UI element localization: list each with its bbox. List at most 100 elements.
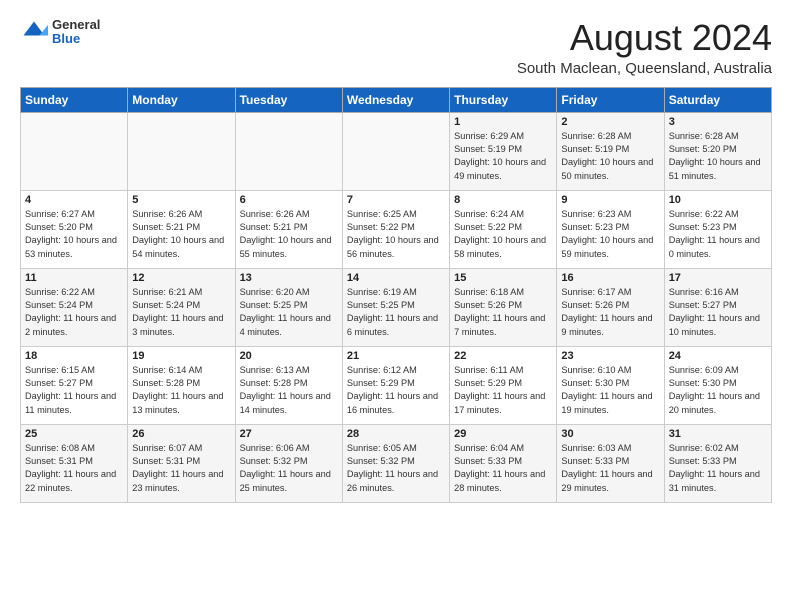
day-number: 9	[561, 194, 659, 206]
day-content: Sunrise: 6:26 AM Sunset: 5:21 PM Dayligh…	[132, 208, 230, 261]
day-number: 17	[669, 272, 767, 284]
day-content: Sunrise: 6:24 AM Sunset: 5:22 PM Dayligh…	[454, 208, 552, 261]
calendar-day: 21 Sunrise: 6:12 AM Sunset: 5:29 PM Dayli…	[342, 346, 449, 424]
calendar-week: 4Sunrise: 6:27 AM Sunset: 5:20 PM Daylig…	[21, 190, 772, 268]
day-number: 3	[669, 116, 767, 128]
header: General Blue August 2024 South Maclean, …	[20, 18, 772, 77]
day-number: 19	[132, 350, 230, 362]
day-content: Sunrise: 6:28 AM Sunset: 5:20 PM Dayligh…	[669, 130, 767, 183]
calendar-day	[342, 112, 449, 190]
day-number: 20	[240, 350, 338, 362]
calendar-day: 3 Sunrise: 6:28 AM Sunset: 5:20 PM Daylig…	[664, 112, 771, 190]
day-content: Sunrise: 6:26 AM Sunset: 5:21 PM Dayligh…	[240, 208, 338, 261]
day-number: 8	[454, 194, 552, 206]
weekday-header: Friday	[557, 87, 664, 112]
logo-text: General Blue	[52, 18, 100, 47]
day-content: Sunrise: 6:11 AM Sunset: 5:29 PM Dayligh…	[454, 364, 552, 417]
title-area: August 2024 South Maclean, Queensland, A…	[517, 18, 772, 77]
weekday-header: Monday	[128, 87, 235, 112]
day-content: Sunrise: 6:19 AM Sunset: 5:25 PM Dayligh…	[347, 286, 445, 339]
calendar-day	[21, 112, 128, 190]
calendar-day: 7 Sunrise: 6:25 AM Sunset: 5:22 PM Daylig…	[342, 190, 449, 268]
weekday-header: Sunday	[21, 87, 128, 112]
subtitle: South Maclean, Queensland, Australia	[517, 60, 772, 77]
weekday-header: Tuesday	[235, 87, 342, 112]
calendar-day: 31Sunrise: 6:02 AM Sunset: 5:33 PM Dayli…	[664, 424, 771, 502]
day-number: 2	[561, 116, 659, 128]
day-content: Sunrise: 6:28 AM Sunset: 5:19 PM Dayligh…	[561, 130, 659, 183]
calendar-day: 4Sunrise: 6:27 AM Sunset: 5:20 PM Daylig…	[21, 190, 128, 268]
calendar-table: SundayMondayTuesdayWednesdayThursdayFrid…	[20, 87, 772, 503]
day-content: Sunrise: 6:15 AM Sunset: 5:27 PM Dayligh…	[25, 364, 123, 417]
day-number: 31	[669, 428, 767, 440]
day-content: Sunrise: 6:23 AM Sunset: 5:23 PM Dayligh…	[561, 208, 659, 261]
calendar-week: 18 Sunrise: 6:15 AM Sunset: 5:27 PM Dayli…	[21, 346, 772, 424]
day-number: 7	[347, 194, 445, 206]
calendar-day: 27Sunrise: 6:06 AM Sunset: 5:32 PM Dayli…	[235, 424, 342, 502]
calendar-week: 25 Sunrise: 6:08 AM Sunset: 5:31 PM Dayli…	[21, 424, 772, 502]
day-content: Sunrise: 6:17 AM Sunset: 5:26 PM Dayligh…	[561, 286, 659, 339]
day-content: Sunrise: 6:05 AM Sunset: 5:32 PM Dayligh…	[347, 442, 445, 495]
weekday-header: Thursday	[450, 87, 557, 112]
calendar-day: 25 Sunrise: 6:08 AM Sunset: 5:31 PM Dayli…	[21, 424, 128, 502]
calendar-day: 6 Sunrise: 6:26 AM Sunset: 5:21 PM Daylig…	[235, 190, 342, 268]
day-content: Sunrise: 6:25 AM Sunset: 5:22 PM Dayligh…	[347, 208, 445, 261]
day-number: 24	[669, 350, 767, 362]
calendar-day: 23Sunrise: 6:10 AM Sunset: 5:30 PM Dayli…	[557, 346, 664, 424]
calendar-day: 16Sunrise: 6:17 AM Sunset: 5:26 PM Dayli…	[557, 268, 664, 346]
calendar-day: 17Sunrise: 6:16 AM Sunset: 5:27 PM Dayli…	[664, 268, 771, 346]
day-number: 26	[132, 428, 230, 440]
day-number: 6	[240, 194, 338, 206]
logo-icon	[20, 18, 48, 46]
calendar-day: 5Sunrise: 6:26 AM Sunset: 5:21 PM Daylig…	[128, 190, 235, 268]
calendar-day: 26 Sunrise: 6:07 AM Sunset: 5:31 PM Dayli…	[128, 424, 235, 502]
weekday-header: Wednesday	[342, 87, 449, 112]
day-content: Sunrise: 6:12 AM Sunset: 5:29 PM Dayligh…	[347, 364, 445, 417]
day-number: 23	[561, 350, 659, 362]
day-content: Sunrise: 6:14 AM Sunset: 5:28 PM Dayligh…	[132, 364, 230, 417]
day-content: Sunrise: 6:13 AM Sunset: 5:28 PM Dayligh…	[240, 364, 338, 417]
day-content: Sunrise: 6:21 AM Sunset: 5:24 PM Dayligh…	[132, 286, 230, 339]
calendar-day	[235, 112, 342, 190]
day-number: 15	[454, 272, 552, 284]
calendar-day: 20 Sunrise: 6:13 AM Sunset: 5:28 PM Dayli…	[235, 346, 342, 424]
day-content: Sunrise: 6:04 AM Sunset: 5:33 PM Dayligh…	[454, 442, 552, 495]
calendar-week: 1Sunrise: 6:29 AM Sunset: 5:19 PM Daylig…	[21, 112, 772, 190]
calendar-day: 28 Sunrise: 6:05 AM Sunset: 5:32 PM Dayli…	[342, 424, 449, 502]
day-number: 21	[347, 350, 445, 362]
day-content: Sunrise: 6:29 AM Sunset: 5:19 PM Dayligh…	[454, 130, 552, 183]
day-number: 14	[347, 272, 445, 284]
calendar-day: 18 Sunrise: 6:15 AM Sunset: 5:27 PM Dayli…	[21, 346, 128, 424]
day-number: 18	[25, 350, 123, 362]
calendar-day	[128, 112, 235, 190]
calendar-day: 11 Sunrise: 6:22 AM Sunset: 5:24 PM Dayli…	[21, 268, 128, 346]
calendar-day: 10 Sunrise: 6:22 AM Sunset: 5:23 PM Dayli…	[664, 190, 771, 268]
day-number: 25	[25, 428, 123, 440]
calendar-day: 22 Sunrise: 6:11 AM Sunset: 5:29 PM Dayli…	[450, 346, 557, 424]
day-content: Sunrise: 6:07 AM Sunset: 5:31 PM Dayligh…	[132, 442, 230, 495]
page: General Blue August 2024 South Maclean, …	[0, 0, 792, 513]
day-number: 12	[132, 272, 230, 284]
calendar-day: 2 Sunrise: 6:28 AM Sunset: 5:19 PM Daylig…	[557, 112, 664, 190]
calendar-header: SundayMondayTuesdayWednesdayThursdayFrid…	[21, 87, 772, 112]
day-number: 10	[669, 194, 767, 206]
logo: General Blue	[20, 18, 100, 47]
calendar-body: 1Sunrise: 6:29 AM Sunset: 5:19 PM Daylig…	[21, 112, 772, 502]
day-content: Sunrise: 6:18 AM Sunset: 5:26 PM Dayligh…	[454, 286, 552, 339]
header-row: SundayMondayTuesdayWednesdayThursdayFrid…	[21, 87, 772, 112]
calendar-day: 30Sunrise: 6:03 AM Sunset: 5:33 PM Dayli…	[557, 424, 664, 502]
calendar-day: 12 Sunrise: 6:21 AM Sunset: 5:24 PM Dayli…	[128, 268, 235, 346]
calendar-week: 11 Sunrise: 6:22 AM Sunset: 5:24 PM Dayli…	[21, 268, 772, 346]
day-content: Sunrise: 6:22 AM Sunset: 5:23 PM Dayligh…	[669, 208, 767, 261]
day-number: 28	[347, 428, 445, 440]
calendar-day: 29 Sunrise: 6:04 AM Sunset: 5:33 PM Dayli…	[450, 424, 557, 502]
day-number: 13	[240, 272, 338, 284]
day-number: 29	[454, 428, 552, 440]
day-number: 22	[454, 350, 552, 362]
day-number: 11	[25, 272, 123, 284]
day-content: Sunrise: 6:27 AM Sunset: 5:20 PM Dayligh…	[25, 208, 123, 261]
day-content: Sunrise: 6:08 AM Sunset: 5:31 PM Dayligh…	[25, 442, 123, 495]
day-number: 30	[561, 428, 659, 440]
day-content: Sunrise: 6:22 AM Sunset: 5:24 PM Dayligh…	[25, 286, 123, 339]
day-content: Sunrise: 6:09 AM Sunset: 5:30 PM Dayligh…	[669, 364, 767, 417]
